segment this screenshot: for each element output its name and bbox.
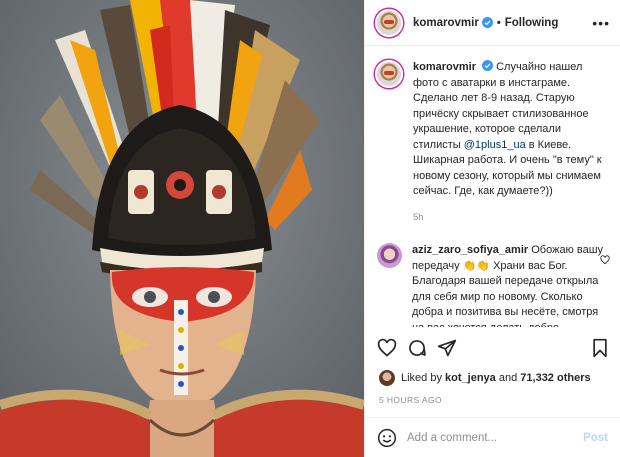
bookmark-icon[interactable] [590, 338, 610, 358]
caption-text-1: Случайно нашел фото с аватарки в инстагр… [413, 61, 589, 151]
like-heart-icon[interactable] [377, 338, 397, 358]
comment-text: Обожаю вашу передачу 👏👏 Храни вас Бог. Б… [412, 244, 604, 327]
commenter-username[interactable]: aziz_zaro_sofiya_amir [412, 244, 528, 256]
comment-bubble-icon[interactable] [407, 338, 427, 358]
commenter-avatar[interactable] [377, 243, 402, 268]
author-avatar[interactable] [375, 8, 403, 37]
caption-avatar[interactable] [375, 60, 403, 88]
caption-mention-link[interactable]: @1plus1_ua [464, 139, 526, 151]
likes-prefix: Liked by [401, 372, 442, 384]
caption-time[interactable]: 5h [413, 210, 610, 226]
comments-area[interactable]: komarovmir Случайно нашел фото с аватарк… [365, 46, 620, 327]
comment-input[interactable]: Add a comment... [407, 432, 497, 444]
likes-count[interactable]: 71,332 others [520, 372, 590, 384]
post-image [0, 0, 364, 457]
more-horizontal-icon[interactable]: ••• [592, 15, 610, 31]
liker-avatar[interactable] [379, 370, 395, 386]
post-photo[interactable] [0, 0, 364, 457]
share-send-icon[interactable] [437, 338, 457, 358]
caption-username[interactable]: komarovmir [413, 61, 476, 73]
verified-badge-icon [481, 17, 493, 28]
add-comment-bar: Add a comment... Post [365, 417, 620, 457]
author-username[interactable]: komarovmir [413, 17, 479, 29]
likes-and: and [498, 372, 518, 384]
verified-badge-icon [482, 60, 494, 71]
heart-icon[interactable] [600, 255, 610, 265]
likes-summary: Liked by kot_jenya and 71,332 others [379, 370, 591, 386]
post-comment-button[interactable]: Post [583, 432, 608, 444]
caption: komarovmir Случайно нашел фото с аватарк… [375, 60, 610, 225]
separator-dot: • [496, 16, 501, 29]
post-window: komarovmir • Following ••• komarovmir Сл… [0, 0, 620, 457]
posted-time[interactable]: 5 HOURS AGO [379, 395, 442, 405]
liker-username[interactable]: kot_jenya [445, 372, 496, 384]
post-header: komarovmir • Following ••• [365, 0, 620, 46]
action-bar [377, 336, 610, 360]
post-sidebar: komarovmir • Following ••• komarovmir Сл… [364, 0, 620, 457]
following-button[interactable]: Following [505, 17, 559, 29]
comment-item: aziz_zaro_sofiya_amir Обожаю вашу переда… [375, 243, 610, 327]
emoji-smiley-icon[interactable] [377, 428, 397, 448]
